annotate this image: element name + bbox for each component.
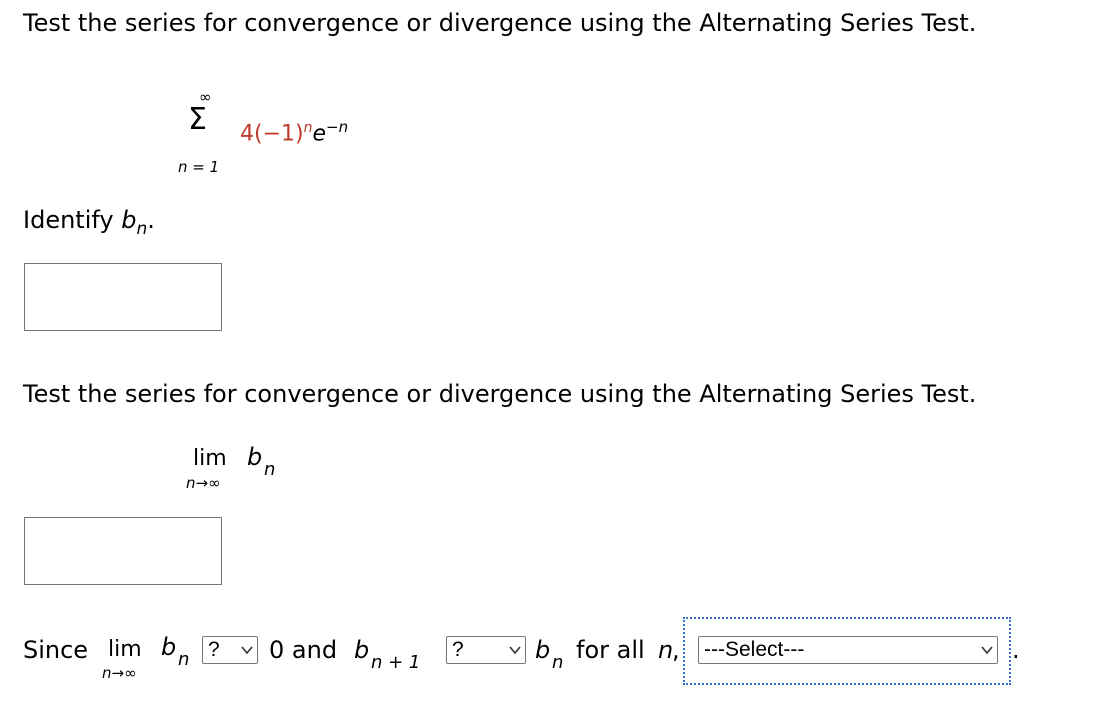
limit-lim: lim xyxy=(193,446,227,471)
chevron-down-icon xyxy=(981,646,993,655)
limit-sub: n xyxy=(264,459,276,480)
comparison-select-1[interactable]: ? xyxy=(202,636,258,664)
comparison-select-1-value: ? xyxy=(208,638,220,661)
limit-answer-input[interactable] xyxy=(24,517,222,585)
bn-sub: n xyxy=(552,652,564,673)
identify-var: b xyxy=(121,206,137,234)
comma: , xyxy=(672,636,680,664)
n-var: n xyxy=(658,636,674,664)
identify-text: Identify xyxy=(23,206,122,234)
term-base: e xyxy=(312,121,327,147)
question-prompt-1: Test the series for convergence or diver… xyxy=(23,9,977,37)
since-var: b xyxy=(161,633,177,661)
limit-var: b xyxy=(247,443,263,471)
identify-period: . xyxy=(147,206,155,234)
conclusion-select[interactable]: ---Select--- xyxy=(698,636,998,664)
since-sub: n xyxy=(178,649,190,670)
sigma-symbol: Σ xyxy=(188,102,207,137)
lower-limit-text: n = 1 xyxy=(178,158,220,176)
limit-under: n→∞ xyxy=(186,474,221,492)
comparison-select-2[interactable]: ? xyxy=(446,636,526,664)
for-all-text: for all xyxy=(576,636,645,664)
identify-sub: n xyxy=(136,218,148,239)
since-lim: lim xyxy=(108,637,142,662)
bn-var: b xyxy=(535,636,551,664)
since-word: Since xyxy=(23,636,89,664)
chevron-down-icon xyxy=(241,646,253,655)
series-lower-limit: n = 1 xyxy=(178,158,219,176)
term-coefficient: 4(−1) xyxy=(240,121,304,147)
question-prompt-2: Test the series for convergence or diver… xyxy=(23,380,977,408)
since-under: n→∞ xyxy=(102,664,137,682)
term-exponent: −n xyxy=(326,118,349,136)
trailing-period: . xyxy=(1012,636,1020,664)
bn-answer-input[interactable] xyxy=(24,263,222,331)
bnext-sub: n + 1 xyxy=(371,652,421,673)
series-term: 4(−1)ne−n xyxy=(240,118,348,146)
and-text: 0 and xyxy=(269,636,338,664)
identify-label: Identify bn. xyxy=(23,206,155,239)
bnext-var: b xyxy=(354,636,370,664)
chevron-down-icon xyxy=(509,646,521,655)
conclusion-select-value: ---Select--- xyxy=(704,638,805,661)
comparison-select-2-value: ? xyxy=(452,638,464,661)
